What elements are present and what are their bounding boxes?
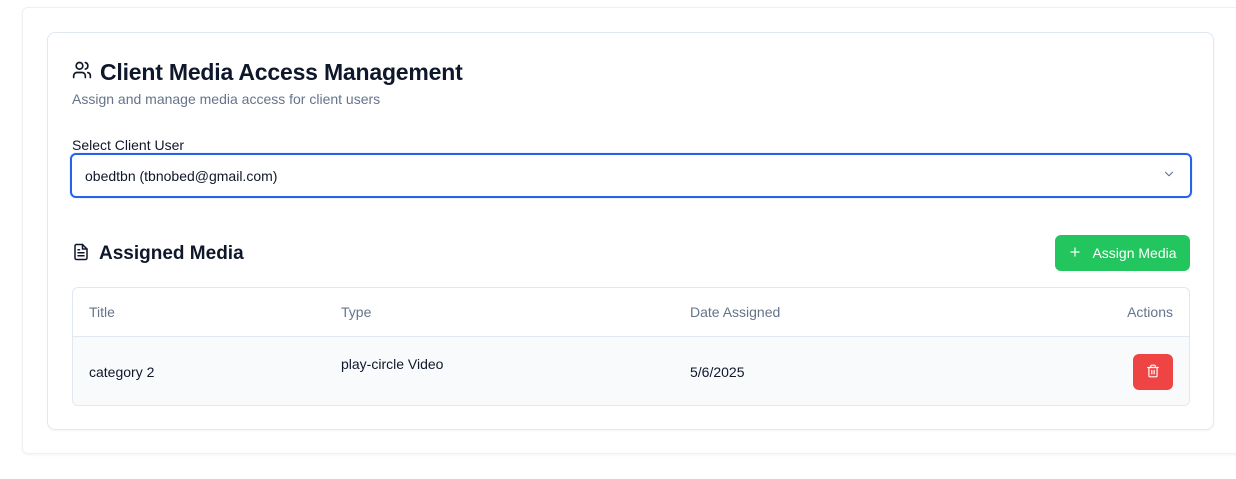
table-row: category 2 play-circle Video 5/6/2025 bbox=[73, 337, 1189, 405]
page-container: Client Media Access Management Assign an… bbox=[22, 7, 1236, 454]
client-user-select[interactable]: obedtbn (tbnobed@gmail.com) bbox=[70, 153, 1192, 198]
column-header-date: Date Assigned bbox=[690, 304, 781, 320]
trash-icon bbox=[1146, 364, 1160, 381]
table-header: Title Type Date Assigned Actions bbox=[73, 288, 1189, 337]
assign-media-button[interactable]: Assign Media bbox=[1055, 235, 1190, 271]
column-header-actions: Actions bbox=[1127, 304, 1173, 320]
page-subtitle: Assign and manage media access for clien… bbox=[72, 91, 381, 107]
client-user-select-value: obedtbn (tbnobed@gmail.com) bbox=[85, 167, 278, 184]
plus-icon bbox=[1068, 245, 1082, 262]
assign-media-label: Assign Media bbox=[1092, 245, 1177, 261]
media-access-card: Client Media Access Management Assign an… bbox=[47, 32, 1214, 430]
users-icon bbox=[72, 60, 92, 84]
row-type: play-circle Video bbox=[341, 356, 444, 372]
column-header-type: Type bbox=[341, 304, 372, 320]
row-title: category 2 bbox=[89, 364, 155, 380]
card-header: Client Media Access Management bbox=[72, 57, 463, 87]
assigned-media-table: Title Type Date Assigned Actions categor… bbox=[72, 287, 1190, 406]
delete-button[interactable] bbox=[1133, 354, 1173, 390]
assigned-media-title: Assigned Media bbox=[99, 243, 244, 264]
client-select-label: Select Client User bbox=[72, 137, 185, 153]
column-header-title: Title bbox=[89, 304, 115, 320]
row-date: 5/6/2025 bbox=[690, 364, 745, 380]
assigned-media-header: Assigned Media bbox=[72, 239, 244, 269]
page-title: Client Media Access Management bbox=[100, 58, 463, 85]
chevron-down-icon bbox=[1162, 166, 1176, 185]
file-text-icon bbox=[72, 243, 90, 265]
